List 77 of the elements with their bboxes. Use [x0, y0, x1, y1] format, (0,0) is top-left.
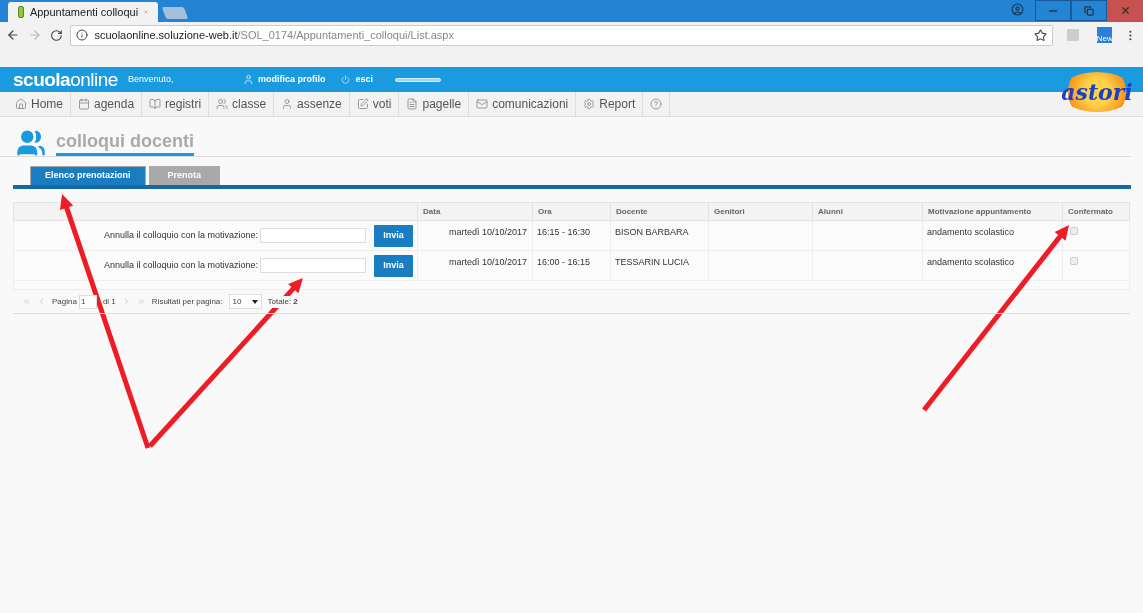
nav-item[interactable]: classe [209, 92, 275, 116]
close-icon [1119, 5, 1131, 16]
per-page-label: Risultati per pagina: [151, 295, 223, 308]
address-field[interactable]: scuolaonline.soluzione-web.it/SOL_0174/Appuntamenti_colloqui/List.aspx [70, 24, 1054, 46]
column-header: Ora [538, 205, 552, 218]
column-header: Motivazione appuntamento [928, 205, 1032, 218]
table-cell: andamento scolastico [927, 257, 1015, 267]
reason-input[interactable] [260, 228, 366, 243]
mail-icon [476, 98, 489, 110]
help-icon[interactable] [650, 98, 663, 110]
document-icon [406, 98, 419, 110]
info-icon[interactable] [76, 29, 89, 41]
restore-icon [1084, 5, 1094, 16]
cancel-label: Annulla il colloquio con la motivazione: [103, 258, 258, 272]
page-count: di 1 [102, 295, 116, 308]
users-icon [216, 98, 229, 110]
column-header: Alunni [818, 205, 843, 218]
home-icon [15, 98, 27, 110]
restore-button[interactable] [1071, 0, 1107, 21]
tab[interactable]: Elenco prenotazioni [30, 166, 146, 185]
previous-page-icon[interactable] [37, 297, 46, 306]
forward-icon[interactable] [27, 28, 42, 42]
user-name-bar [394, 77, 441, 82]
browser-tab[interactable]: Appuntamenti colloqui [8, 2, 158, 22]
profile-icon [242, 74, 254, 85]
page-title: colloqui docenti [56, 130, 194, 156]
total-label: Totale: 2 [267, 295, 298, 308]
table-cell: andamento scolastico [927, 227, 1015, 237]
send-button[interactable]: Invia [374, 224, 413, 247]
reload-icon[interactable] [49, 28, 63, 42]
last-page-icon[interactable] [136, 297, 146, 306]
table-cell: 16:15 - 16:30 [537, 227, 591, 237]
close-button[interactable] [1107, 0, 1143, 21]
reason-input[interactable] [260, 258, 366, 273]
nav-item[interactable]: registri [142, 92, 210, 116]
site-favicon [18, 6, 24, 18]
per-page-select[interactable]: 10 [228, 294, 262, 309]
column-header: Confermato [1068, 205, 1113, 218]
new-tab-button[interactable] [161, 7, 189, 19]
settings-icon [583, 98, 596, 110]
calendar-icon [78, 98, 90, 110]
nav-item[interactable]: comunicazioni [469, 92, 577, 116]
table-cell: 16:00 - 16:15 [537, 257, 591, 267]
first-page-icon[interactable] [22, 297, 31, 306]
table-cell: TESSARIN LUCIA [615, 257, 690, 267]
dropdown-caret-icon [251, 299, 258, 304]
column-header: Docente [616, 205, 648, 218]
url-text: scuolaonline.soluzione-web.it/SOL_0174/Appuntamenti_colloqui/List.aspx [94, 27, 455, 43]
power-icon [341, 75, 351, 84]
send-button[interactable]: Invia [374, 254, 413, 277]
nav-item[interactable]: pagelle [399, 92, 470, 116]
welcome-text: Benvenuto, [127, 72, 175, 86]
confirmed-checkbox[interactable] [1070, 257, 1078, 265]
column-header: Genitori [714, 205, 745, 218]
page-input[interactable]: 1 [78, 294, 97, 309]
nav-item[interactable]: agenda [71, 92, 143, 116]
pdf-extension-icon[interactable] [1067, 29, 1080, 41]
nav-item[interactable]: Home [8, 92, 71, 116]
edit-icon [356, 98, 369, 110]
bookmark-star-icon[interactable] [1034, 28, 1048, 42]
table-cell: BISON BARBARA [615, 227, 689, 237]
page-label: Pagina [52, 295, 77, 308]
nav-item[interactable]: voti [349, 92, 400, 116]
profile-icon[interactable] [1011, 3, 1024, 16]
nav-item[interactable]: Report [576, 92, 644, 116]
site-logo: scuolaonline [13, 70, 118, 89]
user-icon [281, 98, 294, 110]
cancel-label: Annulla il colloquio con la motivazione: [103, 228, 258, 242]
minimize-button[interactable] [1035, 0, 1071, 21]
tab-title: Appuntamenti colloqui [29, 4, 139, 20]
book-icon [149, 98, 162, 110]
confirmed-checkbox[interactable] [1070, 227, 1078, 235]
table-cell: martedì 10/10/2017 [448, 257, 527, 267]
back-icon[interactable] [6, 28, 20, 42]
column-header: Data [423, 205, 441, 218]
table-cell: martedì 10/10/2017 [448, 227, 527, 237]
nav-item[interactable]: assenze [274, 92, 350, 116]
